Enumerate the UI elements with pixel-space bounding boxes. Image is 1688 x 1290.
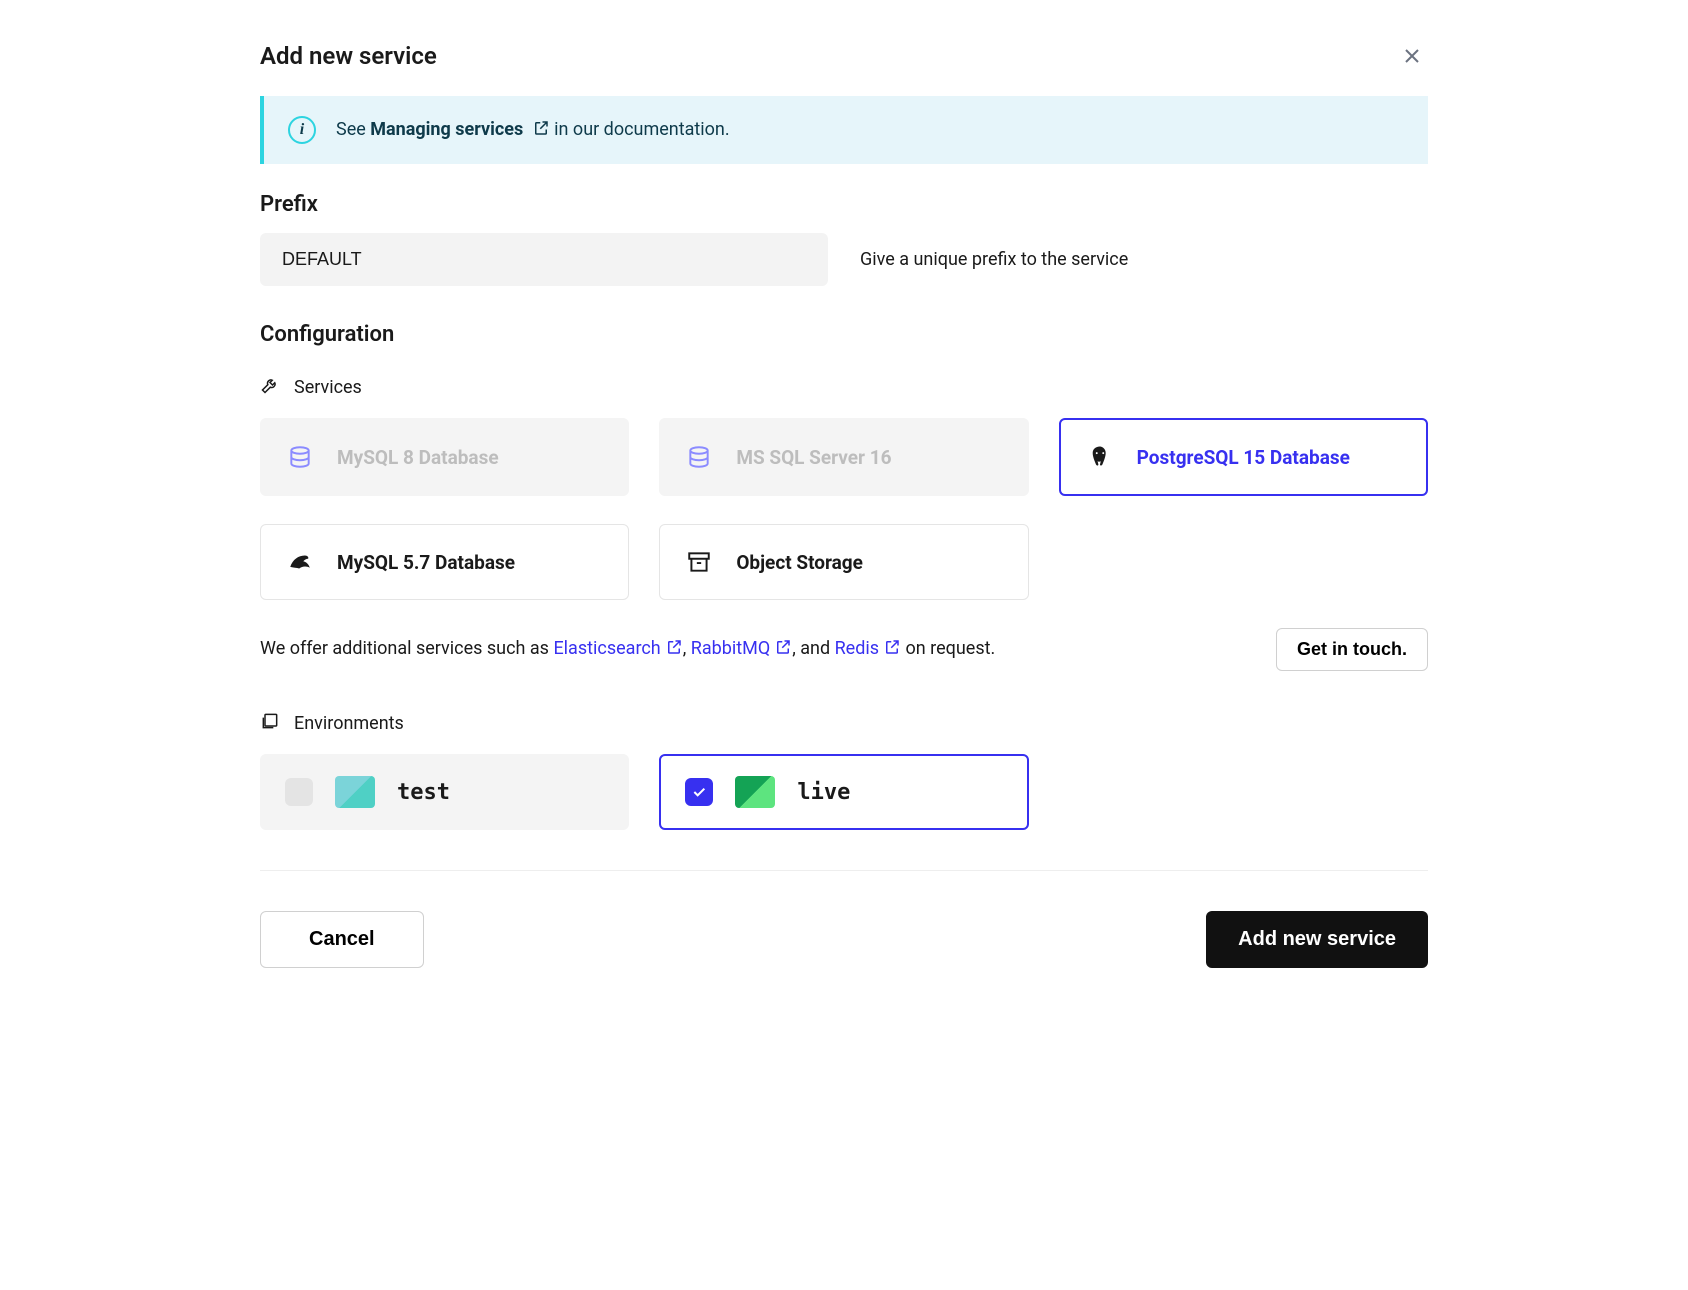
info-icon: i bbox=[288, 116, 316, 144]
env-swatch bbox=[335, 776, 375, 808]
services-grid: MySQL 8 Database MS SQL Server 16 Postgr… bbox=[260, 418, 1428, 600]
submit-button[interactable]: Add new service bbox=[1206, 911, 1428, 968]
external-link-icon bbox=[883, 638, 901, 661]
service-card-mysql57[interactable]: MySQL 5.7 Database bbox=[260, 524, 629, 600]
database-icon bbox=[285, 442, 315, 472]
external-link-icon bbox=[532, 119, 550, 142]
env-card-live[interactable]: live bbox=[659, 754, 1028, 830]
service-card-object-storage[interactable]: Object Storage bbox=[659, 524, 1028, 600]
modal-footer: Cancel Add new service bbox=[260, 870, 1428, 968]
environments-label: Environments bbox=[294, 713, 404, 734]
info-banner: i See Managing services in our documenta… bbox=[260, 96, 1428, 164]
managing-services-label: Managing services bbox=[370, 119, 523, 140]
info-text-prefix: See bbox=[336, 119, 370, 140]
prefix-help: Give a unique prefix to the service bbox=[860, 249, 1128, 270]
service-label: MS SQL Server 16 bbox=[736, 446, 891, 469]
wrench-icon bbox=[260, 375, 280, 400]
service-label: Object Storage bbox=[736, 551, 863, 574]
service-card-postgres15[interactable]: PostgreSQL 15 Database bbox=[1059, 418, 1428, 496]
postgres-icon bbox=[1085, 442, 1115, 472]
database-icon bbox=[684, 442, 714, 472]
prefix-label: Prefix bbox=[260, 192, 1428, 217]
additional-services-text: We offer additional services such as Ela… bbox=[260, 638, 995, 661]
get-in-touch-button[interactable]: Get in touch. bbox=[1276, 628, 1428, 671]
dolphin-icon bbox=[285, 547, 315, 577]
env-card-test[interactable]: test bbox=[260, 754, 629, 830]
env-label: live bbox=[797, 780, 850, 805]
rabbitmq-link[interactable]: RabbitMQ bbox=[691, 638, 792, 659]
service-label: PostgreSQL 15 Database bbox=[1137, 446, 1350, 469]
info-text-suffix: in our documentation. bbox=[554, 119, 729, 140]
service-label: MySQL 8 Database bbox=[337, 446, 499, 469]
service-card-mssql16: MS SQL Server 16 bbox=[659, 418, 1028, 496]
close-button[interactable] bbox=[1396, 40, 1428, 72]
checkbox-checked-icon bbox=[685, 778, 713, 806]
stack-icon bbox=[260, 711, 280, 736]
service-card-mysql8: MySQL 8 Database bbox=[260, 418, 629, 496]
services-subheader: Services bbox=[260, 375, 1428, 400]
services-label: Services bbox=[294, 377, 362, 398]
add-service-modal: Add new service i See Managing services … bbox=[260, 40, 1428, 968]
env-swatch bbox=[735, 776, 775, 808]
archive-icon bbox=[684, 547, 714, 577]
modal-title: Add new service bbox=[260, 42, 437, 70]
environments-grid: test live bbox=[260, 754, 1428, 830]
prefix-input[interactable] bbox=[260, 233, 828, 286]
external-link-icon bbox=[665, 638, 683, 661]
external-link-icon bbox=[774, 638, 792, 661]
info-text: See Managing services in our documentati… bbox=[336, 119, 730, 142]
environments-subheader: Environments bbox=[260, 711, 1428, 736]
service-label: MySQL 5.7 Database bbox=[337, 551, 515, 574]
env-label: test bbox=[397, 780, 450, 805]
checkbox-unchecked-icon bbox=[285, 778, 313, 806]
cancel-button[interactable]: Cancel bbox=[260, 911, 424, 968]
configuration-label: Configuration bbox=[260, 322, 1428, 347]
elasticsearch-link[interactable]: Elasticsearch bbox=[553, 638, 682, 659]
redis-link[interactable]: Redis bbox=[835, 638, 901, 659]
managing-services-link[interactable]: Managing services bbox=[370, 119, 554, 140]
